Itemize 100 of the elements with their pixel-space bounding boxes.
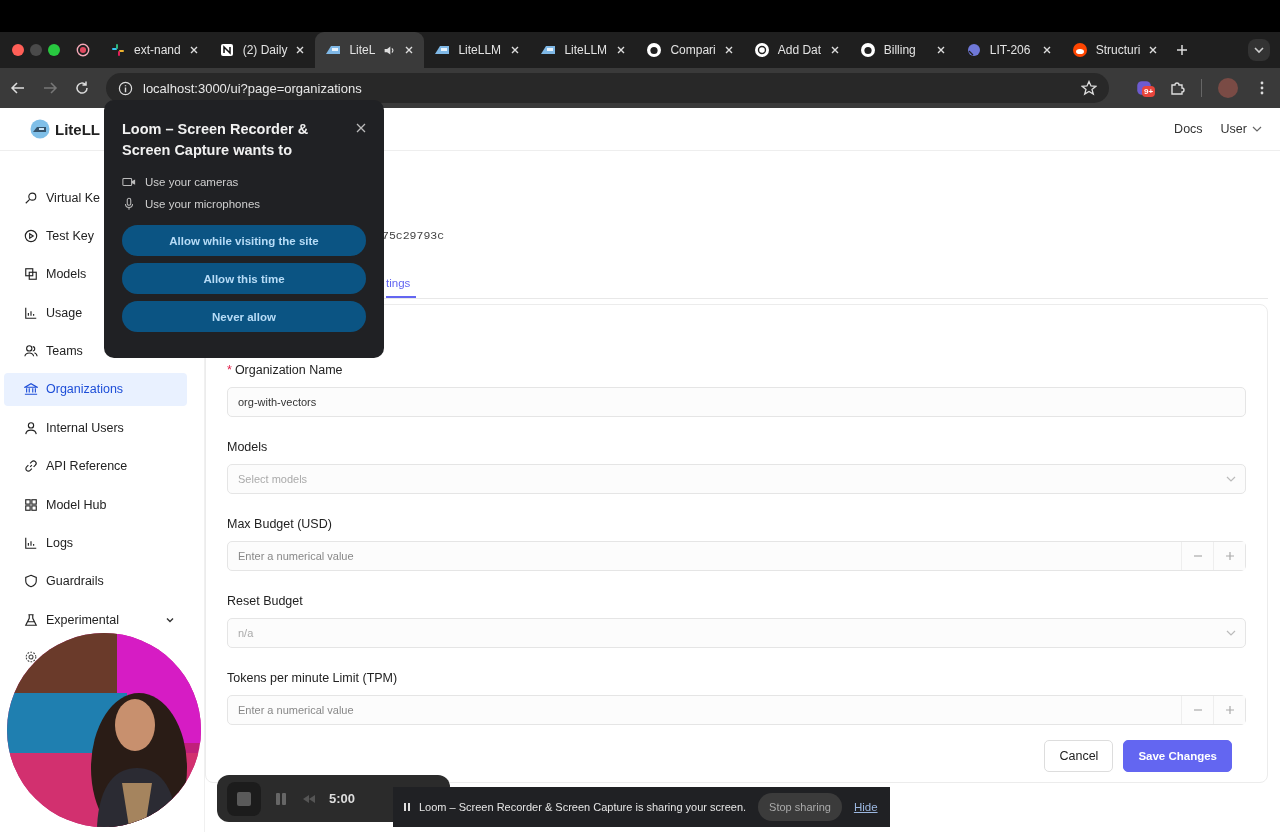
plus-icon (1224, 551, 1235, 561)
info-icon (118, 80, 133, 96)
gear-icon (24, 649, 38, 664)
close-icon (188, 45, 199, 55)
field-label: Tokens per minute Limit (TPM) (227, 671, 399, 687)
hide-link[interactable]: Hide (853, 801, 878, 813)
browser-tab[interactable]: ext-nand (100, 32, 209, 68)
save-button[interactable]: Save Changes (1123, 740, 1232, 772)
chart-icon (24, 305, 38, 320)
user-menu[interactable]: User (1220, 122, 1262, 136)
close-icon (935, 45, 946, 55)
sidebar-item[interactable]: Organizations (4, 372, 187, 406)
plus-icon (1176, 44, 1189, 56)
plus-icon (1224, 705, 1235, 715)
close-icon (616, 45, 627, 55)
search-icon (24, 190, 38, 205)
sharing-message: Loom – Screen Recorder & Screen Capture is sharing your screen. (419, 801, 747, 813)
bank-icon (24, 382, 38, 397)
address-bar[interactable]: localhost:3000/ui?page=organizations (106, 73, 1109, 103)
select-field[interactable]: n/a (227, 618, 1246, 648)
app-logo-text: LiteLL (55, 120, 100, 138)
recording-timer: 5:00 (329, 791, 356, 806)
shield-icon (24, 574, 38, 589)
chevron-down-icon (1253, 44, 1265, 56)
pause-icon (401, 801, 413, 813)
permission-text: Use your microphones (145, 198, 261, 210)
browser-tab[interactable]: LiteLLM (530, 32, 637, 68)
sidebar-item[interactable]: Logs (4, 526, 187, 560)
back-icon (10, 80, 26, 96)
browser-tab[interactable]: (2) Daily (208, 32, 316, 68)
browser-tab[interactable]: Billing (849, 32, 956, 68)
close-window-icon[interactable] (12, 44, 24, 56)
browser-tab[interactable]: LiteL (315, 32, 425, 68)
chevron-down-icon (1226, 474, 1236, 484)
profile-avatar[interactable] (1218, 78, 1238, 98)
close-icon (510, 45, 521, 55)
play-circle-icon (24, 228, 38, 243)
chevron-down-icon (1252, 124, 1262, 134)
close-icon (1148, 45, 1159, 55)
increment-button[interactable] (1213, 542, 1245, 570)
camera-icon (122, 175, 136, 189)
pause-icon (273, 790, 289, 807)
sidebar-item[interactable]: API Reference (4, 449, 187, 483)
knot-logo-icon (753, 42, 770, 58)
browser-tab[interactable]: Add Dat (743, 32, 850, 68)
settings-tab[interactable]: tings (386, 276, 417, 298)
stop-sharing-button[interactable]: Stop sharing (758, 793, 842, 821)
browser-tab[interactable]: Compari (636, 32, 744, 68)
url-text: localhost:3000/ui?page=organizations (143, 80, 363, 96)
permission-text: Use your cameras (145, 176, 239, 188)
squares-icon (24, 267, 38, 282)
flask-icon (24, 612, 38, 627)
close-icon (829, 45, 840, 55)
puzzle-icon (1169, 80, 1185, 96)
number-field[interactable]: Enter a numerical value (227, 695, 1246, 725)
docs-link[interactable]: Docs (1174, 122, 1203, 136)
stop-button[interactable] (227, 781, 261, 816)
grid-logo-icon (110, 42, 126, 58)
text-field[interactable]: org-with-vectors (227, 387, 1246, 417)
forward-icon (42, 80, 58, 96)
stop-icon (236, 790, 252, 807)
reload-icon (74, 80, 90, 96)
users-icon (24, 344, 38, 359)
browser-tab[interactable]: LiteLLM (424, 32, 531, 68)
close-icon (295, 45, 306, 55)
close-icon (404, 45, 415, 55)
permission-button[interactable]: Allow this time (122, 263, 366, 294)
permission-button[interactable]: Allow while visiting the site (122, 225, 366, 256)
sidebar-item[interactable]: Experimental (4, 603, 187, 637)
chevron-down-icon (1226, 628, 1236, 638)
microphone-icon (122, 197, 136, 211)
browser-tab[interactable]: LIT-206 (955, 32, 1062, 68)
sidebar-item[interactable]: Model Hub (4, 488, 187, 522)
select-field[interactable]: Select models (227, 464, 1246, 494)
notification-badge: 9+ (1142, 86, 1156, 97)
minimize-window-icon[interactable] (30, 44, 42, 56)
sidebar-item[interactable]: Guardrails (4, 564, 187, 598)
browser-tab[interactable]: Structuri (1061, 32, 1169, 68)
permission-button[interactable]: Never allow (122, 301, 366, 332)
close-icon (1041, 45, 1052, 55)
star-icon (1081, 80, 1097, 96)
user-icon (24, 420, 38, 435)
record-icon (76, 43, 90, 57)
number-field[interactable]: Enter a numerical value (227, 541, 1246, 571)
link-icon (24, 459, 38, 474)
chart-icon (24, 536, 38, 550)
field-label: Models (227, 440, 269, 456)
maximize-window-icon[interactable] (48, 44, 60, 56)
id-text: 75c29793c (382, 229, 446, 242)
sidebar-item[interactable]: Internal Users (4, 411, 187, 445)
circle-logo-icon (965, 42, 982, 58)
dialog-title: Loom – Screen Recorder & Screen Capture wants to (122, 120, 310, 160)
cancel-button[interactable]: Cancel (1044, 740, 1114, 772)
grid-icon (24, 497, 38, 512)
train-logo-icon (30, 119, 50, 139)
sidebar-item[interactable]: Teams (4, 334, 187, 368)
increment-button[interactable] (1213, 696, 1245, 724)
field-label: Reset Budget (227, 594, 304, 610)
close-icon (723, 45, 734, 55)
field-label: Max Budget (USD) (227, 517, 333, 533)
